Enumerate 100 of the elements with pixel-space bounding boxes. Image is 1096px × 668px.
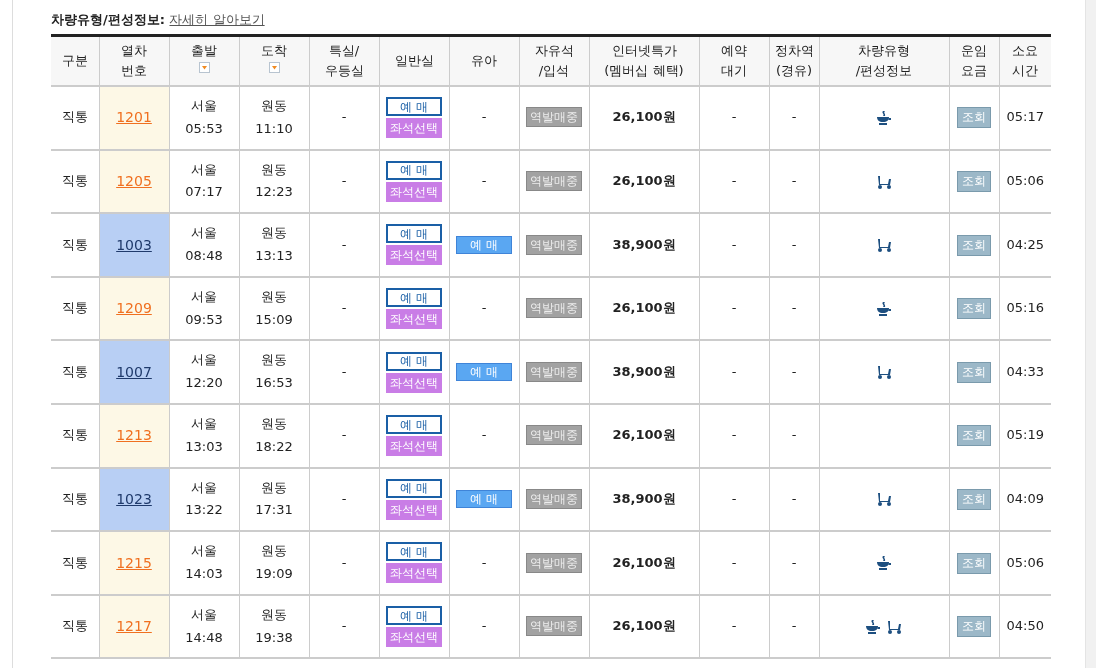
column-header: 운임 요금 <box>961 42 987 78</box>
train-type: 직통 <box>61 363 88 379</box>
reserve-button[interactable]: 예 매 <box>386 478 442 498</box>
waitlist-status: - <box>731 491 737 506</box>
train-number-link[interactable]: 1003 <box>116 236 152 253</box>
reserve-button[interactable]: 예 매 <box>386 224 442 244</box>
stops-status: - <box>791 427 797 443</box>
column-header: 유아 <box>471 52 497 68</box>
reserve-button[interactable]: 예 매 <box>386 415 442 435</box>
seat-select-button[interactable]: 좌석선택 <box>386 118 442 139</box>
fare-lookup-button[interactable]: 조회 <box>957 234 991 256</box>
column-header: 출발 <box>191 42 217 58</box>
internet-price: 38,900원 <box>612 363 676 379</box>
special-seat-status: - <box>341 300 347 316</box>
column-header: 인터넷특가 (멤버십 혜택) <box>604 42 684 78</box>
station-sale-badge: 역발매중 <box>526 234 582 255</box>
seat-select-button[interactable]: 좌석선택 <box>386 372 442 393</box>
sort-icon[interactable] <box>198 61 210 73</box>
arrival-time: 19:09 <box>255 565 293 581</box>
reserve-button[interactable]: 예 매 <box>386 351 442 371</box>
fare-lookup-button[interactable]: 조회 <box>957 171 991 192</box>
stops-status: - <box>791 491 797 506</box>
station-sale-badge: 역발매중 <box>526 298 582 319</box>
waitlist-status: - <box>731 427 737 443</box>
train-number-link[interactable]: 1213 <box>116 427 152 444</box>
scrollbar[interactable] <box>1085 0 1096 668</box>
travel-duration: 05:16 <box>1006 300 1044 316</box>
train-number-link[interactable]: 1201 <box>116 109 152 126</box>
departure-station: 서울 <box>191 352 217 368</box>
fare-lookup-button[interactable]: 조회 <box>957 298 991 320</box>
infant-seat-status: - <box>481 300 487 316</box>
train-number-link[interactable]: 1215 <box>116 554 152 571</box>
station-sale-badge: 역발매중 <box>526 552 582 573</box>
column-header: 소요 시간 <box>1012 42 1039 78</box>
seat-select-button[interactable]: 좌석선택 <box>386 309 442 330</box>
wheelchair-icon <box>875 364 893 381</box>
departure-station: 서울 <box>191 479 217 495</box>
waitlist-status: - <box>731 173 737 188</box>
special-seat-status: - <box>341 236 347 252</box>
train-number-link[interactable]: 1007 <box>116 363 152 380</box>
fare-lookup-button[interactable]: 조회 <box>957 107 991 129</box>
internet-price: 26,100원 <box>612 109 676 125</box>
waitlist-status: - <box>731 618 737 634</box>
infant-reserve-button[interactable]: 예 매 <box>456 235 512 254</box>
train-number-link[interactable]: 1217 <box>116 618 152 635</box>
seat-select-button[interactable]: 좌석선택 <box>386 499 442 520</box>
fare-lookup-button[interactable]: 조회 <box>957 361 991 383</box>
waitlist-status: - <box>731 300 737 316</box>
departure-time: 14:03 <box>185 565 223 581</box>
seat-select-button[interactable]: 좌석선택 <box>386 563 442 584</box>
departure-station: 서울 <box>191 98 217 114</box>
station-sale-badge: 역발매중 <box>526 171 582 191</box>
column-header: 열차 번호 <box>121 42 147 78</box>
seat-select-button[interactable]: 좌석선택 <box>386 245 442 266</box>
train-type: 직통 <box>61 109 88 125</box>
seat-select-button[interactable]: 좌석선택 <box>386 436 442 457</box>
train-number-link[interactable]: 1205 <box>116 173 152 189</box>
column-header: 특실/ 우등실 <box>324 42 364 78</box>
infant-seat-status: - <box>481 618 487 634</box>
column-header: 정차역 (경유) <box>774 42 814 78</box>
train-number-link[interactable]: 1209 <box>116 300 152 317</box>
arrival-time: 17:31 <box>255 502 293 518</box>
travel-duration: 05:06 <box>1006 554 1044 570</box>
departure-station: 서울 <box>191 543 217 559</box>
train-type: 직통 <box>61 554 88 570</box>
fare-lookup-button[interactable]: 조회 <box>957 552 991 574</box>
stops-status: - <box>791 618 797 634</box>
arrival-time: 13:13 <box>255 248 293 263</box>
special-seat-status: - <box>341 491 347 506</box>
infant-seat-status: - <box>481 173 487 188</box>
reserve-button[interactable]: 예 매 <box>386 542 442 562</box>
reserve-button[interactable]: 예 매 <box>386 160 442 180</box>
seat-select-button[interactable]: 좌석선택 <box>386 181 442 202</box>
details-link[interactable]: 자세히 알아보기 <box>169 12 265 27</box>
sort-icon[interactable] <box>268 61 280 73</box>
travel-duration: 05:06 <box>1006 173 1044 188</box>
fare-lookup-button[interactable]: 조회 <box>957 489 991 510</box>
arrival-time: 16:53 <box>255 375 293 391</box>
departure-time: 05:53 <box>185 120 223 136</box>
wheelchair-icon <box>875 173 893 190</box>
travel-duration: 04:25 <box>1006 236 1044 252</box>
train-number-link[interactable]: 1023 <box>116 491 152 507</box>
arrival-station: 원동 <box>261 416 287 431</box>
stops-status: - <box>791 300 797 316</box>
infant-reserve-button[interactable]: 예 매 <box>456 490 512 508</box>
arrival-station: 원동 <box>261 543 287 559</box>
fare-lookup-button[interactable]: 조회 <box>957 616 991 638</box>
train-type: 직통 <box>61 618 88 634</box>
cup-icon <box>876 109 892 126</box>
train-type: 직통 <box>61 491 88 506</box>
reserve-button[interactable]: 예 매 <box>386 606 442 626</box>
departure-time: 13:03 <box>185 438 223 454</box>
arrival-time: 19:38 <box>255 629 293 645</box>
fare-lookup-button[interactable]: 조회 <box>957 425 991 447</box>
seat-select-button[interactable]: 좌석선택 <box>386 627 442 648</box>
infant-reserve-button[interactable]: 예 매 <box>456 362 512 381</box>
reserve-button[interactable]: 예 매 <box>386 288 442 308</box>
stops-status: - <box>791 554 797 570</box>
reserve-button[interactable]: 예 매 <box>386 97 442 117</box>
arrival-station: 원동 <box>261 161 287 177</box>
